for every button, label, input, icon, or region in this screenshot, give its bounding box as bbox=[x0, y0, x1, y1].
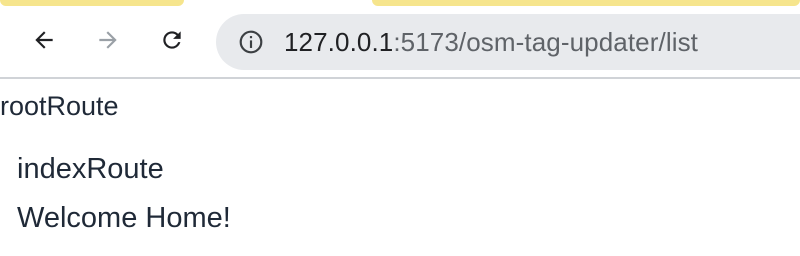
forward-button[interactable] bbox=[92, 24, 124, 56]
tab-right[interactable] bbox=[372, 0, 800, 6]
browser-toolbar: 127.0.0.1:5173/osm-tag-updater/list bbox=[0, 10, 800, 78]
address-bar[interactable]: 127.0.0.1:5173/osm-tag-updater/list bbox=[216, 14, 800, 70]
tab-strip bbox=[0, 0, 800, 10]
url-text[interactable]: 127.0.0.1:5173/osm-tag-updater/list bbox=[284, 27, 698, 57]
root-route-label: rootRoute bbox=[0, 91, 119, 121]
url-host: 127.0.0.1 bbox=[284, 27, 394, 57]
index-route-label: indexRoute bbox=[17, 153, 164, 185]
tab-left[interactable] bbox=[0, 0, 184, 6]
back-button[interactable] bbox=[28, 24, 60, 56]
reload-icon bbox=[163, 31, 181, 49]
url-path: :5173/osm-tag-updater/list bbox=[393, 27, 698, 57]
back-arrow-icon bbox=[35, 31, 53, 49]
forward-arrow-icon bbox=[99, 31, 117, 49]
welcome-text: Welcome Home! bbox=[17, 202, 231, 234]
reload-button[interactable] bbox=[156, 24, 188, 56]
info-icon[interactable] bbox=[238, 29, 264, 55]
page-content: rootRoute indexRoute Welcome Home! bbox=[0, 79, 800, 256]
